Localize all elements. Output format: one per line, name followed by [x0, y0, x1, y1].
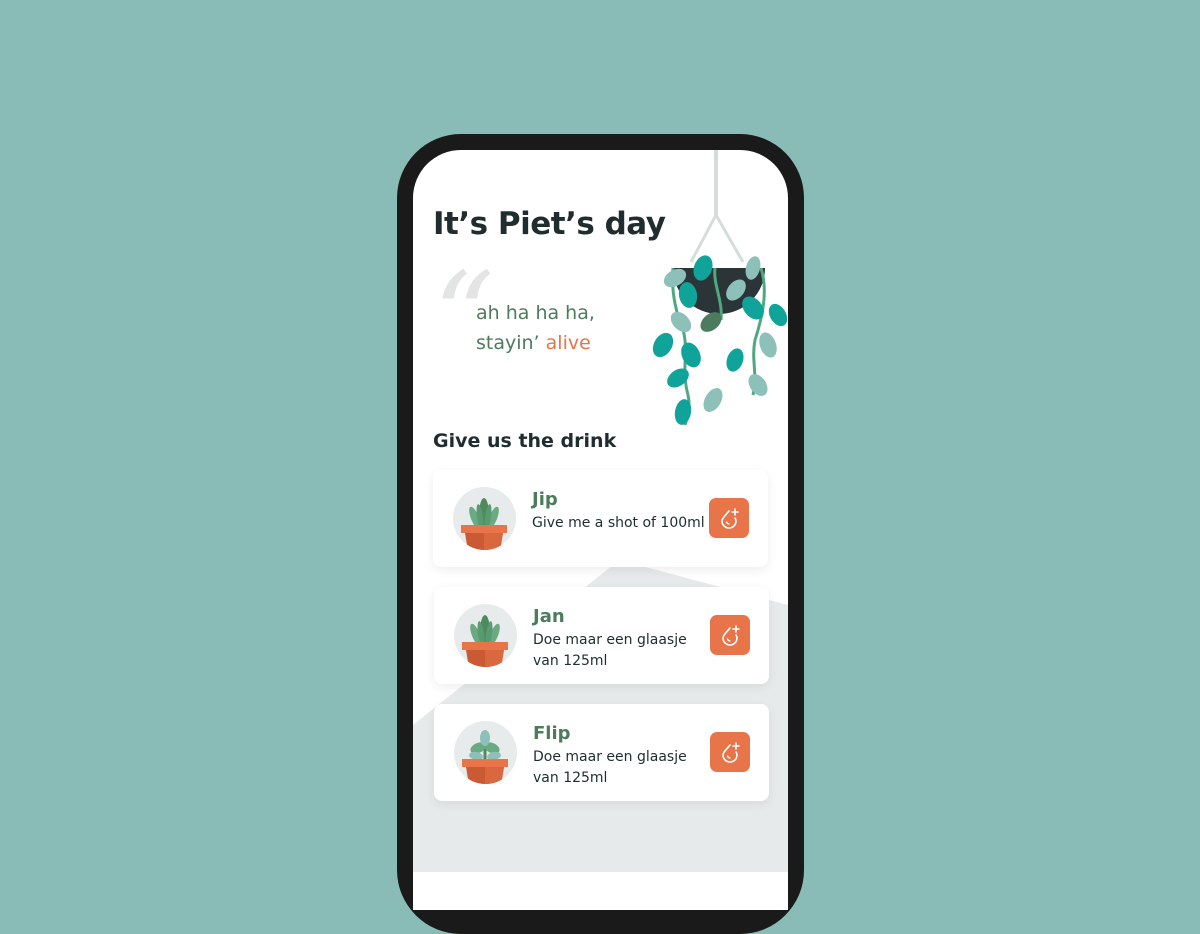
water-plant-button[interactable]	[710, 732, 750, 772]
plant-description: Give me a shot of 100ml	[532, 515, 705, 531]
plant-name: Flip	[533, 723, 571, 744]
quote-line-2: stayin’ alive	[476, 328, 595, 358]
water-plant-button[interactable]	[710, 615, 750, 655]
plant-name: Jip	[532, 489, 558, 510]
potted-succulent-icon	[454, 604, 517, 667]
quote-accent-word: alive	[545, 332, 591, 354]
app-screen: It’s Piet’s day “ ah ha ha ha, stayin’ a…	[413, 150, 788, 910]
plant-description: Doe maar een glaasje van 125ml	[533, 632, 687, 669]
water-drop-plus-icon	[722, 742, 740, 763]
potted-sprout-icon	[454, 721, 517, 784]
plant-description: Doe maar een glaasje van 125ml	[533, 749, 687, 786]
plant-name: Jan	[533, 606, 565, 627]
quote-line-1: ah ha ha ha,	[476, 302, 595, 324]
section-title: Give us the drink	[433, 430, 617, 452]
water-plant-button[interactable]	[709, 498, 749, 538]
bottom-navigation-bar	[413, 872, 788, 910]
water-drop-plus-icon	[721, 508, 739, 529]
potted-succulent-icon	[453, 487, 516, 550]
quote: ah ha ha ha, stayin’ alive	[476, 298, 595, 358]
plant-card-jan[interactable]: Jan Doe maar een glaasje van 125ml	[434, 587, 769, 684]
hanging-plant-illustration	[652, 150, 788, 426]
water-drop-plus-icon	[722, 625, 740, 646]
page-title: It’s Piet’s day	[433, 206, 666, 242]
quote-line-2-text: stayin’	[476, 332, 540, 354]
plant-card-flip[interactable]: Flip Doe maar een glaasje van 125ml	[434, 704, 769, 801]
plant-card-jip[interactable]: Jip Give me a shot of 100ml	[433, 470, 768, 567]
